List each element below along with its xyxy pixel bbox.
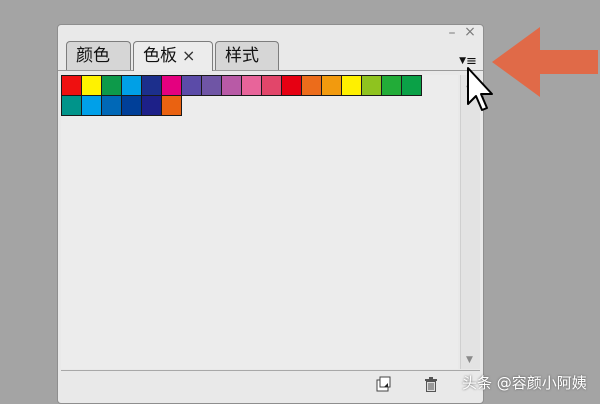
color-swatch[interactable]	[281, 75, 302, 96]
pointer-arrow-icon	[492, 27, 598, 97]
color-swatch[interactable]	[141, 95, 162, 116]
color-swatch[interactable]	[221, 75, 242, 96]
new-swatch-icon	[376, 376, 391, 392]
color-swatch[interactable]	[121, 95, 142, 116]
swatch-grid	[61, 75, 458, 369]
color-swatch[interactable]	[61, 95, 82, 116]
tab-divider	[58, 70, 483, 71]
color-swatch[interactable]	[381, 75, 402, 96]
color-swatch[interactable]	[141, 75, 162, 96]
tab-close-icon[interactable]: ×	[182, 46, 195, 65]
color-swatch[interactable]	[101, 95, 122, 116]
color-swatch[interactable]	[121, 75, 142, 96]
trash-icon	[425, 377, 437, 392]
color-swatch[interactable]	[101, 75, 122, 96]
color-swatch[interactable]	[341, 75, 362, 96]
tab-styles[interactable]: 样式	[215, 41, 279, 70]
tab-label: 颜色	[76, 46, 110, 66]
close-panel-button[interactable]: ×	[463, 25, 477, 39]
color-swatch[interactable]	[81, 95, 102, 116]
delete-swatch-button[interactable]	[422, 375, 440, 393]
color-swatch[interactable]	[161, 75, 182, 96]
color-swatch[interactable]	[61, 75, 82, 96]
panel-titlebar[interactable]: – ×	[58, 25, 483, 40]
tab-label: 色板	[143, 46, 177, 66]
swatches-panel: – × 颜色 色板× 样式 ▼≡ ▲ ▼	[57, 24, 484, 404]
minimize-button[interactable]: –	[445, 26, 459, 40]
color-swatch[interactable]	[81, 75, 102, 96]
swatch-row	[61, 95, 182, 116]
color-swatch[interactable]	[321, 75, 342, 96]
color-swatch[interactable]	[241, 75, 262, 96]
color-swatch[interactable]	[261, 75, 282, 96]
color-swatch[interactable]	[401, 75, 422, 96]
tab-label: 样式	[225, 46, 259, 66]
mouse-cursor-icon	[467, 67, 493, 111]
new-swatch-button[interactable]	[374, 375, 392, 393]
tab-swatches[interactable]: 色板 ×	[133, 41, 213, 71]
color-swatch[interactable]	[181, 75, 202, 96]
color-swatch[interactable]	[161, 95, 182, 116]
footer-divider	[61, 370, 480, 371]
swatch-row	[61, 75, 422, 96]
watermark: 头条 @容颜小阿姨	[462, 374, 587, 392]
dropdown-triangle-icon: ▼	[459, 56, 466, 66]
color-swatch[interactable]	[361, 75, 382, 96]
scroll-down-icon[interactable]: ▼	[466, 355, 473, 365]
vertical-scrollbar[interactable]: ▲ ▼	[460, 75, 480, 369]
tab-color[interactable]: 颜色	[66, 41, 131, 70]
color-swatch[interactable]	[201, 75, 222, 96]
color-swatch[interactable]	[301, 75, 322, 96]
